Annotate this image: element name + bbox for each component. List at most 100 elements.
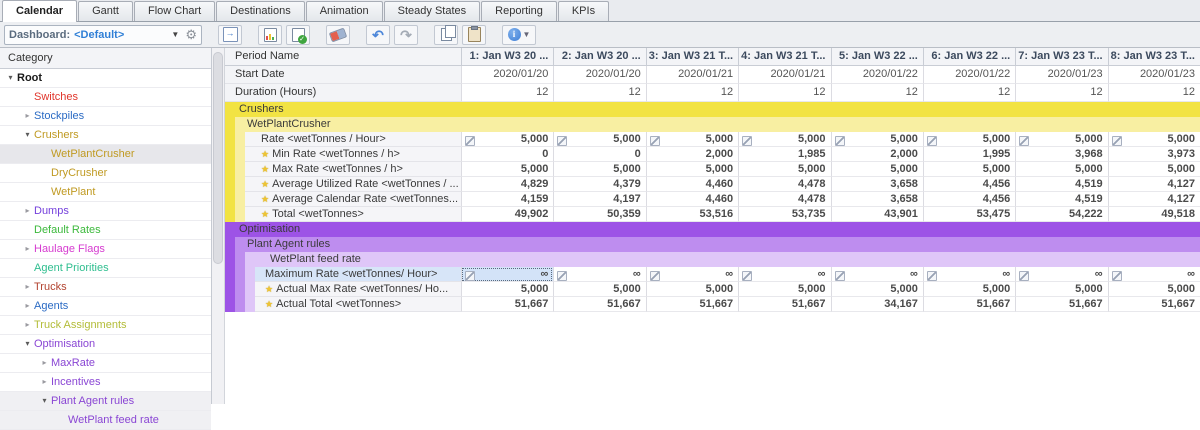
grid-cell[interactable]: 5,000	[553, 162, 645, 177]
grid-cell[interactable]: 5,000	[831, 132, 923, 147]
grid-cell[interactable]: 3,658	[831, 192, 923, 207]
grid-cell[interactable]: ∞	[831, 267, 923, 282]
grid-cell[interactable]: 12	[461, 84, 553, 102]
expand-closed-icon[interactable]: ▸	[21, 240, 34, 258]
grid-cell[interactable]: 1,995	[923, 147, 1015, 162]
grid-cell[interactable]: 2020/01/21	[738, 66, 830, 84]
group-header-wetplantcrusher[interactable]: WetPlantCrusher	[235, 117, 1200, 132]
grid-cell[interactable]: 5,000	[923, 162, 1015, 177]
grid-cell[interactable]: 5,000	[1108, 132, 1200, 147]
sidebar-item-stockpiles[interactable]: ▸Stockpiles	[0, 107, 211, 126]
grid-cell[interactable]: 51,667	[1108, 297, 1200, 312]
column-header-4[interactable]: 4: Jan W3 21 T...	[738, 48, 830, 65]
sidebar-item-truck-assignments[interactable]: ▸Truck Assignments	[0, 316, 211, 335]
grid-cell[interactable]: 5,000	[738, 162, 830, 177]
grid-cell[interactable]: 3,973	[1108, 147, 1200, 162]
grid-cell[interactable]: 49,518	[1108, 207, 1200, 222]
grid-cell[interactable]: 5,000	[646, 132, 738, 147]
row-label[interactable]: ★Average Utilized Rate <wetTonnes / ...	[245, 177, 461, 192]
grid-cell[interactable]: 3,658	[831, 177, 923, 192]
grid-cell[interactable]: 5,000	[738, 132, 830, 147]
grid-cell[interactable]: 5,000	[831, 282, 923, 297]
sidebar-scrollbar[interactable]	[212, 48, 225, 404]
row-label[interactable]: ★Total <wetTonnes>	[245, 207, 461, 222]
tab-reporting[interactable]: Reporting	[481, 1, 557, 21]
tab-flow-chart[interactable]: Flow Chart	[134, 1, 215, 21]
grid-cell[interactable]: 51,667	[553, 297, 645, 312]
undo-button[interactable]: ↶	[366, 25, 390, 45]
save-layout-button[interactable]	[258, 25, 282, 45]
grid-cell[interactable]: 2,000	[831, 147, 923, 162]
group-header-wetplant-feed-rate[interactable]: WetPlant feed rate	[245, 252, 1200, 267]
grid-cell[interactable]: 4,159	[461, 192, 553, 207]
grid-cell[interactable]: 5,000	[461, 132, 553, 147]
grid-cell[interactable]: 1,985	[738, 147, 830, 162]
grid-cell[interactable]: 4,197	[553, 192, 645, 207]
column-header-5[interactable]: 5: Jan W3 22 ...	[831, 48, 923, 65]
tab-gantt[interactable]: Gantt	[78, 1, 133, 21]
tab-destinations[interactable]: Destinations	[216, 1, 305, 21]
expand-closed-icon[interactable]: ▸	[21, 316, 34, 334]
grid-cell[interactable]: ∞	[1015, 267, 1107, 282]
grid-cell[interactable]: 12	[1108, 84, 1200, 102]
sidebar-item-agents[interactable]: ▸Agents	[0, 297, 211, 316]
paste-button[interactable]	[462, 25, 486, 45]
grid-cell[interactable]: 4,478	[738, 177, 830, 192]
grid-cell[interactable]: 5,000	[461, 162, 553, 177]
info-button[interactable]: i▼	[502, 25, 536, 45]
grid-cell[interactable]: 12	[1015, 84, 1107, 102]
copy-button[interactable]	[434, 25, 458, 45]
grid-cell[interactable]: 43,901	[831, 207, 923, 222]
expand-closed-icon[interactable]: ▸	[38, 354, 51, 372]
expand-open-icon[interactable]: ▾	[21, 335, 34, 353]
grid-cell[interactable]: 12	[553, 84, 645, 102]
row-label[interactable]: Maximum Rate <wetTonnes/ Hour>	[255, 267, 461, 282]
tab-kpis[interactable]: KPIs	[558, 1, 609, 21]
grid-cell[interactable]: 5,000	[1108, 282, 1200, 297]
selected-grid-cell[interactable]: ∞	[461, 267, 553, 282]
grid-cell[interactable]: 53,516	[646, 207, 738, 222]
sidebar-item-drycrusher[interactable]: DryCrusher	[0, 164, 211, 183]
grid-cell[interactable]: 4,519	[1015, 177, 1107, 192]
grid-cell[interactable]: 5,000	[738, 282, 830, 297]
sidebar-item-optimisation[interactable]: ▾Optimisation	[0, 335, 211, 354]
grid-cell[interactable]: 49,902	[461, 207, 553, 222]
grid-cell[interactable]: 5,000	[646, 282, 738, 297]
grid-cell[interactable]: 5,000	[461, 282, 553, 297]
grid-cell[interactable]: 53,475	[923, 207, 1015, 222]
grid-cell[interactable]: 12	[646, 84, 738, 102]
grid-cell[interactable]: 34,167	[831, 297, 923, 312]
grid-cell[interactable]: 2020/01/20	[461, 66, 553, 84]
grid-cell[interactable]: 5,000	[646, 162, 738, 177]
sidebar-item-switches[interactable]: Switches	[0, 88, 211, 107]
grid-cell[interactable]: ∞	[553, 267, 645, 282]
column-header-2[interactable]: 2: Jan W3 20 ...	[553, 48, 645, 65]
grid-cell[interactable]: 5,000	[553, 132, 645, 147]
tab-calendar[interactable]: Calendar	[2, 0, 77, 22]
column-header-7[interactable]: 7: Jan W3 23 T...	[1015, 48, 1107, 65]
grid-cell[interactable]: 0	[461, 147, 553, 162]
grid-cell[interactable]: 3,968	[1015, 147, 1107, 162]
sidebar-item-wetplant-feed-rate[interactable]: WetPlant feed rate	[0, 411, 211, 430]
grid-cell[interactable]: 5,000	[1108, 162, 1200, 177]
tab-animation[interactable]: Animation	[306, 1, 383, 21]
grid-cell[interactable]: 5,000	[1015, 282, 1107, 297]
grid-cell[interactable]: 12	[923, 84, 1015, 102]
gear-icon[interactable]: ⚙	[185, 28, 197, 41]
apply-button[interactable]: ✓	[286, 25, 310, 45]
grid-cell[interactable]: 4,456	[923, 192, 1015, 207]
grid-cell[interactable]: ∞	[923, 267, 1015, 282]
group-header-crushers[interactable]: Crushers	[225, 102, 1200, 117]
grid-cell[interactable]: ∞	[1108, 267, 1200, 282]
grid-cell[interactable]: 50,359	[553, 207, 645, 222]
row-label[interactable]: Rate <wetTonnes / Hour>	[245, 132, 461, 147]
sidebar-item-crushers[interactable]: ▾Crushers	[0, 126, 211, 145]
chevron-down-icon[interactable]: ▼	[171, 30, 179, 39]
sidebar-item-incentives[interactable]: ▸Incentives	[0, 373, 211, 392]
scrollbar-thumb[interactable]	[213, 52, 223, 264]
grid-cell[interactable]: 12	[738, 84, 830, 102]
sidebar-item-wetplantcrusher[interactable]: WetPlantCrusher	[0, 145, 211, 164]
sidebar-item-maxrate[interactable]: ▸MaxRate	[0, 354, 211, 373]
grid-cell[interactable]: 51,667	[646, 297, 738, 312]
grid-cell[interactable]: 4,127	[1108, 177, 1200, 192]
